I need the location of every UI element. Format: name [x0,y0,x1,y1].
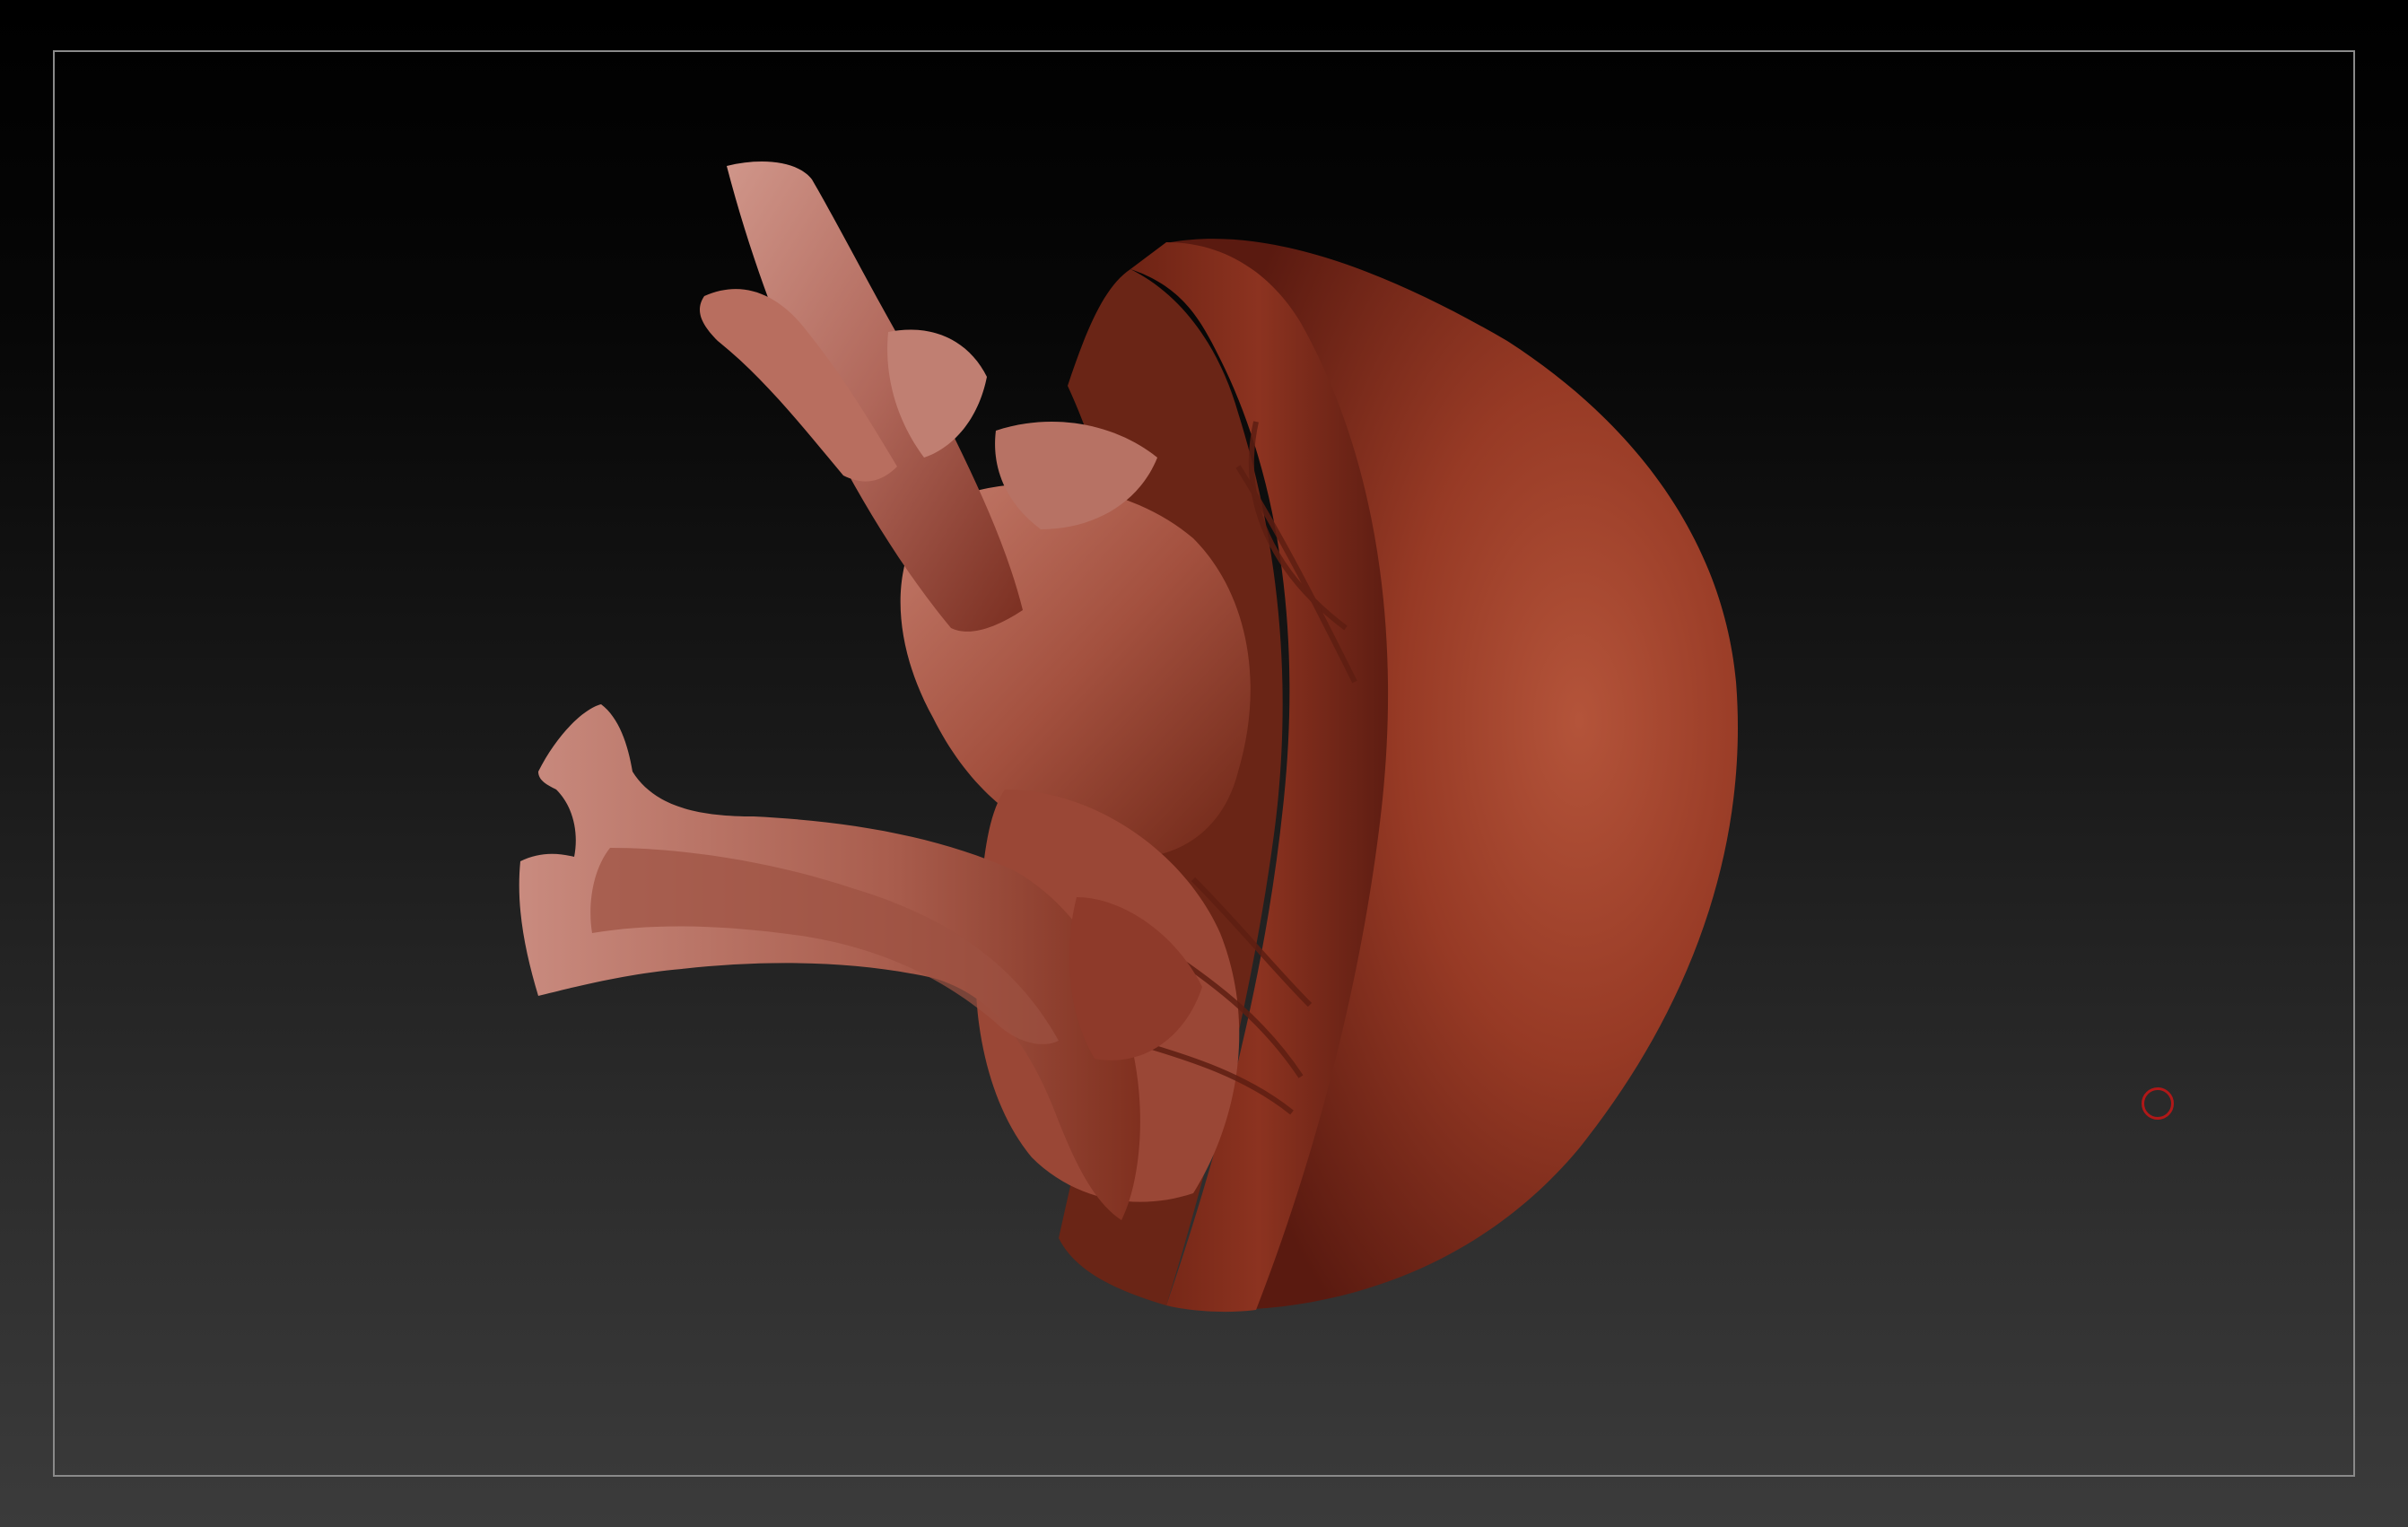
heart-model[interactable] [0,0,2408,1527]
sculpt-viewport[interactable] [0,0,2408,1527]
brush-cursor-ring-icon [2142,1087,2174,1120]
